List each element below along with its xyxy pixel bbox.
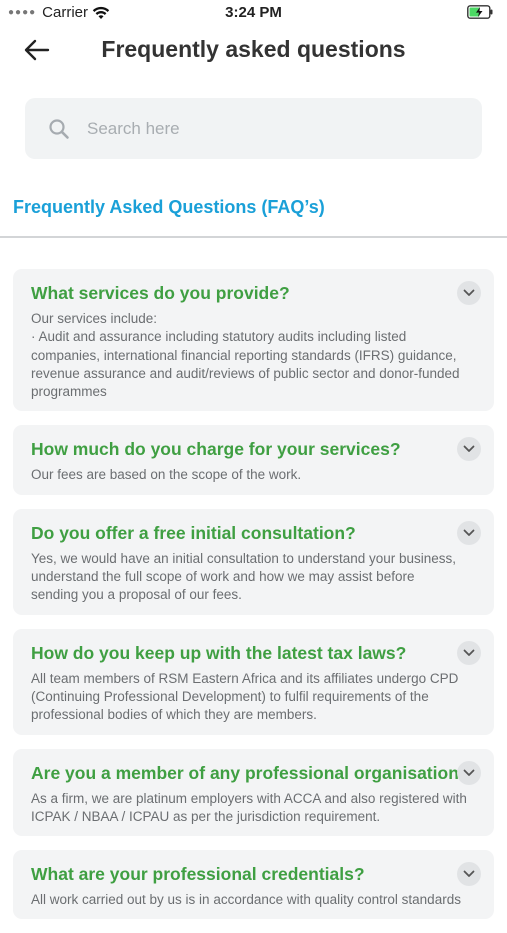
faq-answer-line: All work carried out by us is in accorda… <box>31 892 461 908</box>
faq-section-heading: Frequently Asked Questions (FAQ’s) <box>13 197 325 217</box>
faq-answer-line: All team members of RSM Eastern Africa a… <box>31 670 459 686</box>
faq-item[interactable]: How do you keep up with the latest tax l… <box>13 628 494 735</box>
faq-answer-line: sending you a proposal of our fees. <box>31 587 242 603</box>
faq-answer-line: companies, international financial repor… <box>31 347 457 363</box>
search-bar[interactable] <box>25 98 482 159</box>
faq-answer-line: professional bodies of which they are me… <box>31 707 317 723</box>
chevron-down-icon[interactable] <box>457 862 481 887</box>
faq-answer-line: Yes, we would have an initial consultati… <box>31 550 457 566</box>
chevron-down-icon[interactable] <box>457 640 481 665</box>
faq-answer-line: programmes <box>31 384 107 400</box>
chevron-down-icon[interactable] <box>457 520 481 545</box>
search-input[interactable] <box>85 117 449 140</box>
faq-answer-line: Our fees are based on the scope of the w… <box>31 467 302 483</box>
page-title: Frequently asked questions <box>101 36 406 62</box>
faq-answer: Yes, we would have an initial consultati… <box>31 550 476 605</box>
faq-question[interactable]: How do you keep up with the latest tax l… <box>31 641 476 665</box>
faq-answer-line: (Continuing Professional Development) to… <box>31 688 429 704</box>
chevron-down-icon[interactable] <box>457 281 481 305</box>
faq-answer-line: understand the full scope of work and ho… <box>31 569 415 585</box>
faq-item[interactable]: Are you a member of any professional org… <box>13 748 494 837</box>
faq-item[interactable]: What services do you provide? Our service… <box>13 269 494 412</box>
faq-answer: All work carried out by us is in accorda… <box>31 891 476 909</box>
faq-question[interactable]: What are your professional credentials? <box>31 862 476 886</box>
status-time: 3:24 PM <box>225 4 282 21</box>
faq-item[interactable]: What are your professional credentials? A… <box>13 850 494 920</box>
faq-item[interactable]: Do you offer a free initial consultation… <box>13 508 494 615</box>
faq-answer: All team members of RSM Eastern Africa a… <box>31 670 476 725</box>
faq-answer-line: ICPAK / NBAA / ICPAU as per the jurisdic… <box>31 808 381 824</box>
header: Frequently asked questions <box>0 26 507 76</box>
faq-question[interactable]: What services do you provide? <box>31 281 476 305</box>
faq-question[interactable]: Are you a member of any professional org… <box>31 761 476 785</box>
status-bar: ●●●● Carrier 3:24 PM <box>0 0 507 26</box>
chevron-down-icon[interactable] <box>457 437 481 462</box>
faq-answer-line: · Audit and assurance including statutor… <box>31 329 407 345</box>
chevron-down-icon[interactable] <box>457 760 481 785</box>
faq-answer-line: Our services include: <box>31 311 158 326</box>
faq-answer: As a firm, we are platinum employers wit… <box>31 790 476 827</box>
faq-item[interactable]: How much do you charge for your services… <box>13 425 494 495</box>
faq-answer: Our services include: · Audit and assuran… <box>31 310 476 401</box>
faq-question[interactable]: Do you offer a free initial consultation… <box>31 521 476 545</box>
divider <box>0 236 507 238</box>
faq-question[interactable]: How much do you charge for your services… <box>31 437 476 461</box>
faq-list: What services do you provide? Our service… <box>13 269 494 933</box>
faq-answer-line: revenue assurance and audit/reviews of p… <box>31 365 460 381</box>
faq-answer: Our fees are based on the scope of the w… <box>31 466 476 484</box>
faq-answer-line: As a firm, we are platinum employers wit… <box>31 790 467 806</box>
search-icon <box>49 118 69 139</box>
battery-charging-icon <box>467 5 493 19</box>
